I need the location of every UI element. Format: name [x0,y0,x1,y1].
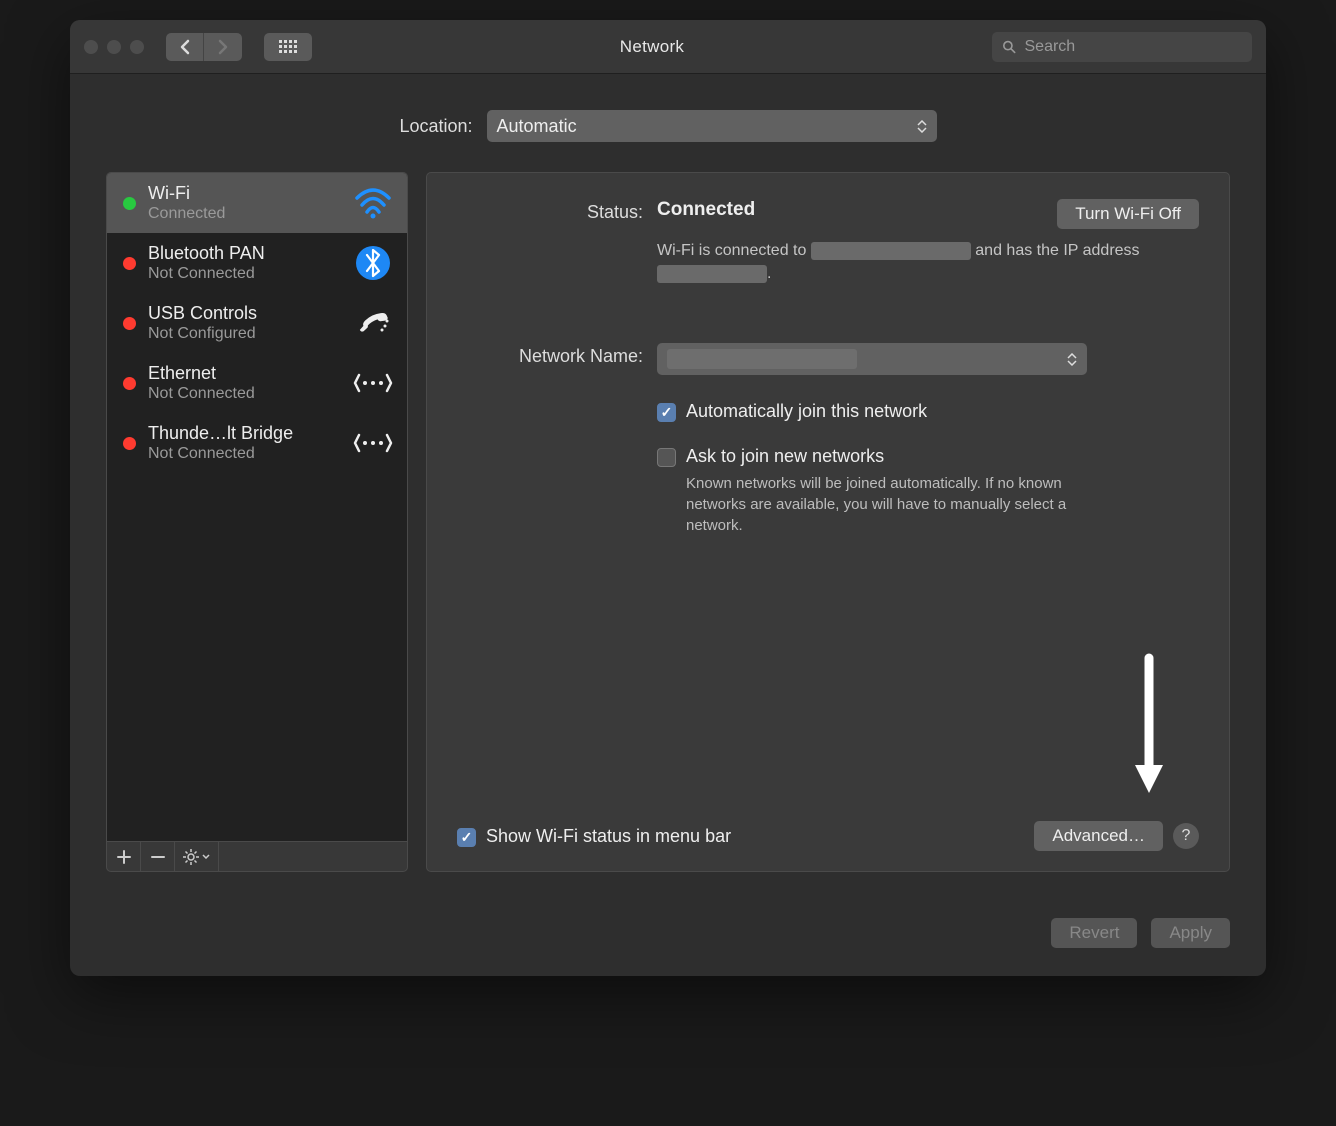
show-status-checkbox[interactable] [457,828,476,847]
status-dot-icon [123,437,136,450]
traffic-lights [84,40,144,54]
network-preferences-window: Network Location: Automatic Wi-Fi [70,20,1266,976]
minimize-icon[interactable] [107,40,121,54]
show-all-button[interactable] [264,33,312,61]
show-status-label: Show Wi-Fi status in menu bar [486,826,731,847]
chevron-right-icon [217,39,229,55]
ethernet-icon [353,363,393,403]
sidebar: Wi-Fi Connected Bluetooth PAN Not Connec… [106,172,408,872]
service-text: Ethernet Not Connected [148,363,341,403]
updown-icon [1067,353,1077,366]
service-name: USB Controls [148,303,341,325]
auto-join-row: Automatically join this network [657,401,1199,422]
panel-footer: Show Wi-Fi status in menu bar Advanced… … [457,821,1199,851]
search-field-wrap[interactable] [992,32,1252,62]
service-status: Not Connected [148,265,341,283]
service-text: USB Controls Not Configured [148,303,341,343]
arrow-annotation-icon [1129,653,1169,808]
service-list: Wi-Fi Connected Bluetooth PAN Not Connec… [106,172,408,842]
ethernet-icon [353,423,393,463]
bluetooth-icon [353,243,393,283]
ask-join-checkbox[interactable] [657,448,676,467]
search-icon [1002,39,1017,55]
status-row: Status: Connected Turn Wi-Fi Off Wi-Fi i… [457,199,1199,285]
chevron-down-icon [202,854,210,859]
status-label: Status: [457,199,657,285]
location-label: Location: [399,116,472,137]
back-button[interactable] [166,33,204,61]
service-status: Not Connected [148,445,341,463]
service-usb-controls[interactable]: USB Controls Not Configured [107,293,407,353]
status-dot-icon [123,197,136,210]
service-name: Thunde…lt Bridge [148,423,341,445]
ask-join-description: Known networks will be joined automatica… [686,473,1106,536]
ask-join-label: Ask to join new networks [686,446,884,466]
add-service-button[interactable] [107,842,141,871]
zoom-icon[interactable] [130,40,144,54]
service-thunderbolt-bridge[interactable]: Thunde…lt Bridge Not Connected [107,413,407,473]
service-status: Connected [148,205,341,223]
service-actions-button[interactable] [175,842,219,871]
close-icon[interactable] [84,40,98,54]
chevron-left-icon [179,39,191,55]
service-text: Wi-Fi Connected [148,183,341,223]
bottom-bar: Revert Apply [70,896,1266,976]
search-input[interactable] [1025,38,1243,56]
service-name: Wi-Fi [148,183,341,205]
body: Wi-Fi Connected Bluetooth PAN Not Connec… [70,172,1266,896]
service-wifi[interactable]: Wi-Fi Connected [107,173,407,233]
minus-icon [151,850,165,864]
redacted-network-name [667,349,857,369]
sidebar-footer [106,842,408,872]
redacted-ssid [811,242,971,260]
auto-join-label: Automatically join this network [686,401,927,422]
help-button[interactable]: ? [1173,823,1199,849]
status-dot-icon [123,377,136,390]
network-name-dropdown[interactable] [657,343,1087,375]
details-panel: Status: Connected Turn Wi-Fi Off Wi-Fi i… [426,172,1230,872]
service-name: Bluetooth PAN [148,243,341,265]
plus-icon [117,850,131,864]
ask-join-row: Ask to join new networks Known networks … [657,446,1199,536]
advanced-button[interactable]: Advanced… [1034,821,1163,851]
status-dot-icon [123,317,136,330]
network-name-row: Network Name: Automatically join this ne… [457,343,1199,536]
nav-buttons [166,33,242,61]
location-row: Location: Automatic [70,74,1266,172]
updown-icon [917,120,927,133]
remove-service-button[interactable] [141,842,175,871]
location-value: Automatic [497,116,577,137]
service-status: Not Configured [148,325,341,343]
service-ethernet[interactable]: Ethernet Not Connected [107,353,407,413]
auto-join-checkbox[interactable] [657,403,676,422]
phone-icon [353,303,393,343]
location-dropdown[interactable]: Automatic [487,110,937,142]
service-name: Ethernet [148,363,341,385]
window-title: Network [324,37,980,57]
service-text: Bluetooth PAN Not Connected [148,243,341,283]
apply-button[interactable]: Apply [1151,918,1230,948]
service-text: Thunde…lt Bridge Not Connected [148,423,341,463]
wifi-icon [353,183,393,223]
revert-button[interactable]: Revert [1051,918,1137,948]
redacted-ip [657,265,767,283]
network-name-label: Network Name: [457,343,657,536]
forward-button[interactable] [204,33,242,61]
titlebar: Network [70,20,1266,74]
wifi-toggle-button[interactable]: Turn Wi-Fi Off [1057,199,1199,229]
status-value: Connected [657,199,755,221]
status-dot-icon [123,257,136,270]
gear-icon [183,849,199,865]
service-status: Not Connected [148,385,341,403]
status-description: Wi-Fi is connected to and has the IP add… [657,239,1199,285]
grid-icon [279,40,297,53]
service-bluetooth-pan[interactable]: Bluetooth PAN Not Connected [107,233,407,293]
